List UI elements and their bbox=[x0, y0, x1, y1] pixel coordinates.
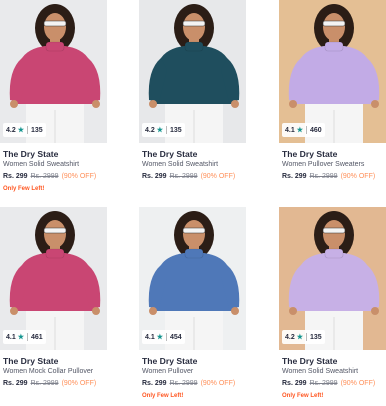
original-price: Rs. 2999 bbox=[309, 173, 338, 180]
brand-name: The Dry State bbox=[3, 149, 59, 159]
discounted-price: Rs. 299 bbox=[282, 380, 307, 387]
rating-separator bbox=[306, 333, 308, 341]
price-row: Rs. 299 Rs. 2999 (90% OFF) bbox=[142, 380, 235, 387]
product-grid: 4.2 ★ 135 The Dry State Women Solid Swea… bbox=[0, 0, 386, 400]
discount-percent: (90% OFF) bbox=[61, 380, 97, 387]
product-card[interactable]: 4.1 ★ 460 The Dry State Women Pullover S… bbox=[279, 0, 386, 199]
product-card[interactable]: 4.1 ★ 454 The Dry State Women Pullover R… bbox=[139, 207, 246, 406]
rating-badge: 4.1 ★ 454 bbox=[142, 330, 185, 344]
rating-value: 4.1 bbox=[6, 333, 16, 341]
rating-count: 454 bbox=[170, 333, 182, 341]
product-card[interactable]: 4.2 ★ 135 The Dry State Women Solid Swea… bbox=[279, 207, 386, 406]
rating-badge: 4.2 ★ 135 bbox=[142, 123, 185, 137]
discounted-price: Rs. 299 bbox=[3, 173, 28, 180]
star-icon: ★ bbox=[17, 334, 25, 341]
brand-name: The Dry State bbox=[142, 149, 198, 159]
product-image[interactable] bbox=[0, 0, 107, 143]
product-title: Women Solid Sweatshirt bbox=[282, 368, 359, 375]
brand-name: The Dry State bbox=[142, 356, 198, 366]
product-image[interactable] bbox=[139, 207, 246, 350]
rating-separator bbox=[166, 126, 168, 134]
product-image[interactable] bbox=[0, 207, 107, 350]
rating-value: 4.1 bbox=[145, 333, 155, 341]
stock-status: Only Few Left! bbox=[3, 186, 45, 192]
product-title: Women Mock Collar Pullover bbox=[3, 368, 94, 375]
discounted-price: Rs. 299 bbox=[282, 173, 307, 180]
product-card[interactable]: 4.2 ★ 135 The Dry State Women Solid Swea… bbox=[139, 0, 246, 199]
product-title: Women Solid Sweatshirt bbox=[142, 161, 219, 168]
brand-name: The Dry State bbox=[3, 356, 59, 366]
star-icon: ★ bbox=[156, 127, 164, 134]
price-row: Rs. 299 Rs. 2999 (90% OFF) bbox=[3, 173, 96, 180]
product-image[interactable] bbox=[279, 207, 386, 350]
model-photo bbox=[0, 207, 107, 350]
product-image[interactable] bbox=[279, 0, 386, 143]
rating-separator bbox=[166, 333, 168, 341]
stock-status: Only Few Left! bbox=[142, 393, 184, 399]
original-price: Rs. 2999 bbox=[169, 173, 198, 180]
rating-count: 135 bbox=[31, 126, 43, 134]
model-photo bbox=[279, 0, 386, 143]
product-title: Women Pullover bbox=[142, 368, 194, 375]
discount-percent: (90% OFF) bbox=[200, 380, 236, 387]
product-title: Women Pullover Sweaters bbox=[282, 161, 365, 168]
original-price: Rs. 2999 bbox=[169, 380, 198, 387]
product-card[interactable]: 4.2 ★ 135 The Dry State Women Solid Swea… bbox=[0, 0, 107, 199]
rating-badge: 4.2 ★ 135 bbox=[3, 123, 46, 137]
discount-percent: (90% OFF) bbox=[340, 173, 376, 180]
discounted-price: Rs. 299 bbox=[3, 380, 28, 387]
rating-value: 4.1 bbox=[285, 126, 295, 134]
star-icon: ★ bbox=[17, 127, 25, 134]
rating-count: 460 bbox=[310, 126, 322, 134]
model-photo bbox=[0, 0, 107, 143]
discount-percent: (90% OFF) bbox=[200, 173, 236, 180]
brand-name: The Dry State bbox=[282, 149, 338, 159]
price-row: Rs. 299 Rs. 2999 (90% OFF) bbox=[282, 380, 375, 387]
discounted-price: Rs. 299 bbox=[142, 380, 167, 387]
rating-count: 461 bbox=[31, 333, 43, 341]
price-row: Rs. 299 Rs. 2999 (90% OFF) bbox=[3, 380, 96, 387]
rating-value: 4.2 bbox=[145, 126, 155, 134]
rating-count: 135 bbox=[310, 333, 322, 341]
rating-badge: 4.1 ★ 460 bbox=[282, 123, 325, 137]
rating-separator bbox=[27, 333, 29, 341]
price-row: Rs. 299 Rs. 2999 (90% OFF) bbox=[142, 173, 235, 180]
stock-status: Only Few Left! bbox=[282, 393, 324, 399]
rating-count: 135 bbox=[170, 126, 182, 134]
star-icon: ★ bbox=[156, 334, 164, 341]
rating-badge: 4.1 ★ 461 bbox=[3, 330, 46, 344]
original-price: Rs. 2999 bbox=[30, 380, 59, 387]
original-price: Rs. 2999 bbox=[30, 173, 59, 180]
original-price: Rs. 2999 bbox=[309, 380, 338, 387]
discounted-price: Rs. 299 bbox=[142, 173, 167, 180]
star-icon: ★ bbox=[296, 127, 304, 134]
model-photo bbox=[139, 207, 246, 350]
rating-badge: 4.2 ★ 135 bbox=[282, 330, 325, 344]
brand-name: The Dry State bbox=[282, 356, 338, 366]
price-row: Rs. 299 Rs. 2999 (90% OFF) bbox=[282, 173, 375, 180]
rating-separator bbox=[27, 126, 29, 134]
product-card[interactable]: 4.1 ★ 461 The Dry State Women Mock Colla… bbox=[0, 207, 107, 406]
model-photo bbox=[279, 207, 386, 350]
model-photo bbox=[139, 0, 246, 143]
product-image[interactable] bbox=[139, 0, 246, 143]
rating-value: 4.2 bbox=[285, 333, 295, 341]
star-icon: ★ bbox=[296, 334, 304, 341]
discount-percent: (90% OFF) bbox=[61, 173, 97, 180]
rating-separator bbox=[306, 126, 308, 134]
rating-value: 4.2 bbox=[6, 126, 16, 134]
product-title: Women Solid Sweatshirt bbox=[3, 161, 80, 168]
discount-percent: (90% OFF) bbox=[340, 380, 376, 387]
